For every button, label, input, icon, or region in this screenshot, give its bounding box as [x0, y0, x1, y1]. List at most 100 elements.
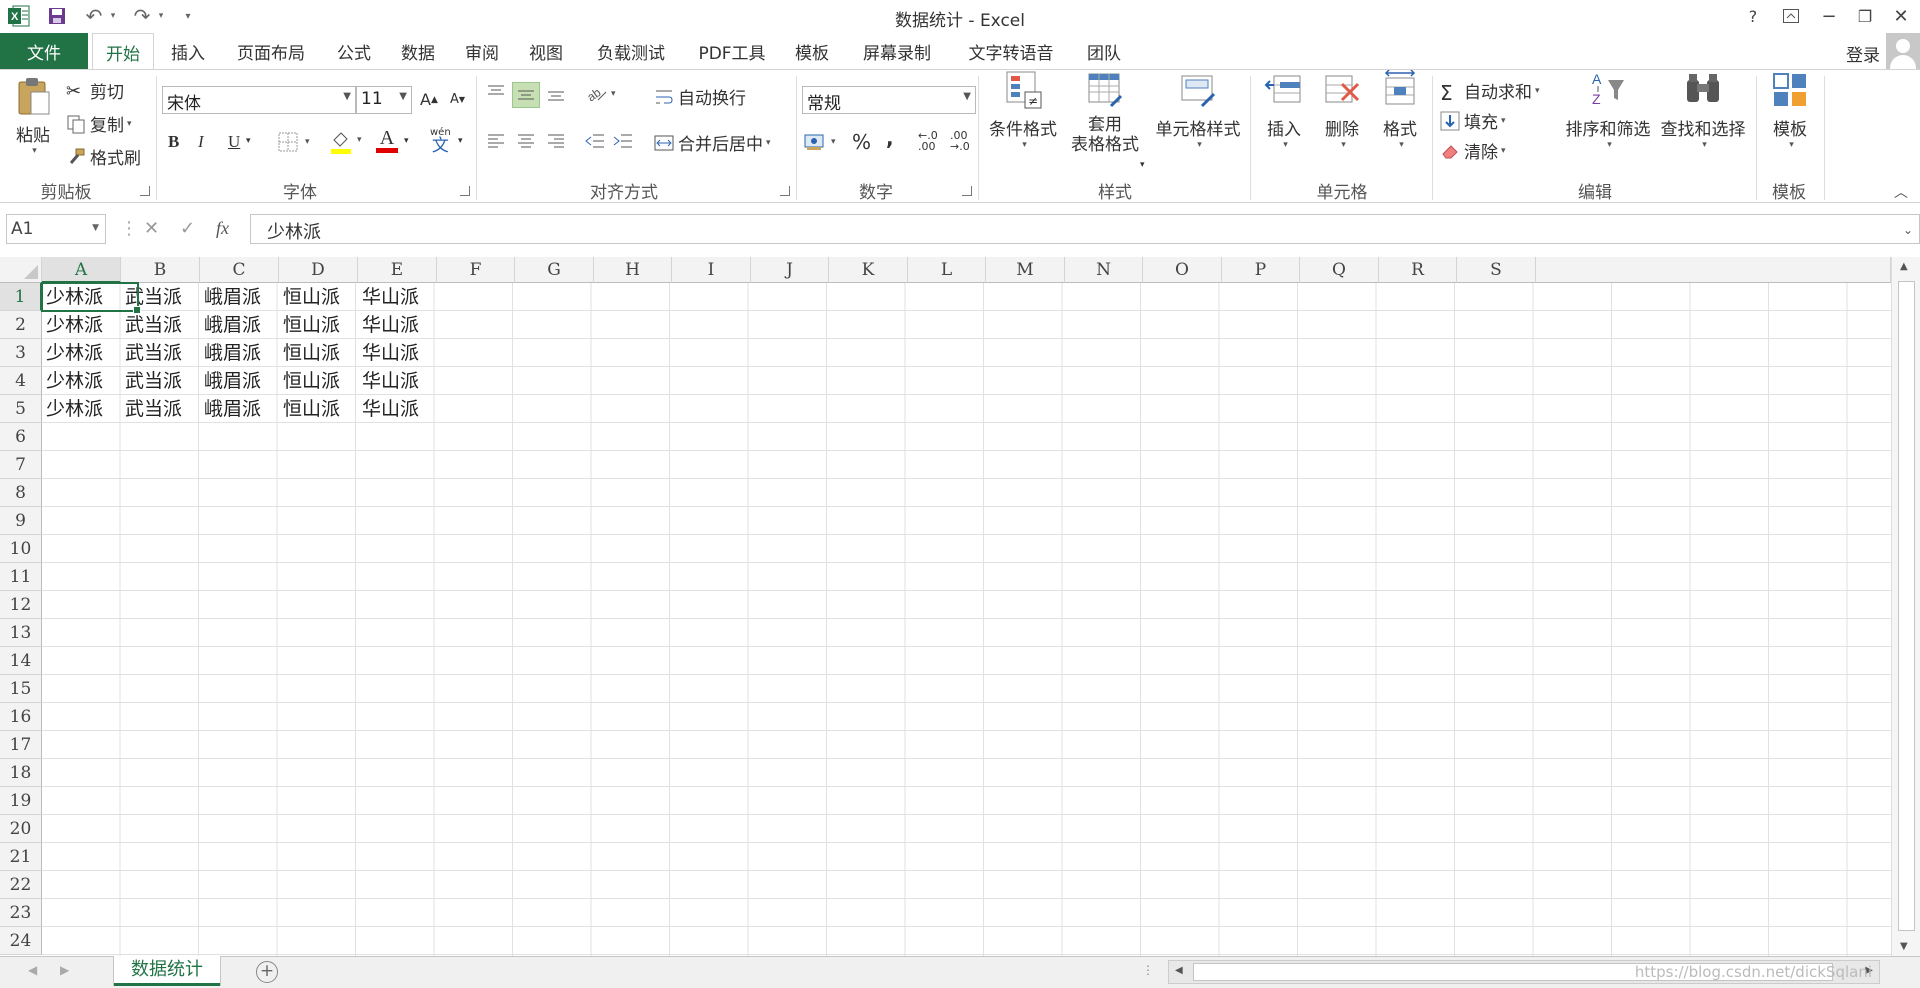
row-header[interactable]: 7	[0, 451, 42, 479]
merge-center-button[interactable]: 合并后居中 ▾	[654, 130, 771, 155]
align-middle-button[interactable]	[512, 82, 540, 108]
name-box[interactable]: A1 ▼	[6, 214, 106, 244]
decrease-decimal-button[interactable]: .00 →.0	[950, 130, 970, 152]
formula-input[interactable]: 少林派 ⌄	[250, 214, 1920, 244]
tab-data[interactable]: 数据	[392, 33, 444, 69]
column-header[interactable]: P	[1222, 257, 1300, 283]
row-header[interactable]: 17	[0, 731, 42, 759]
collapse-ribbon-icon[interactable]: ︿	[1894, 182, 1908, 202]
close-button[interactable]: ✕	[1886, 4, 1916, 28]
cancel-entry-icon[interactable]: ✕	[144, 218, 159, 239]
avatar[interactable]	[1886, 33, 1920, 71]
cell-D1[interactable]: 恒山派	[279, 283, 358, 311]
column-header[interactable]: K	[829, 257, 908, 283]
column-header[interactable]: L	[908, 257, 986, 283]
align-bottom-button[interactable]	[546, 84, 566, 102]
previous-sheet-icon[interactable]: ◀	[28, 963, 37, 977]
row-header[interactable]: 23	[0, 899, 42, 927]
bold-button[interactable]: B	[168, 132, 179, 152]
cell-B2[interactable]: 武当派	[121, 311, 200, 339]
row-header[interactable]: 22	[0, 871, 42, 899]
column-header[interactable]: S	[1457, 257, 1536, 283]
cut-button[interactable]: ✂ 剪切	[66, 78, 124, 104]
decrease-indent-button[interactable]	[584, 132, 606, 150]
cell-E1[interactable]: 华山派	[358, 283, 437, 311]
row-header[interactable]: 13	[0, 619, 42, 647]
row-header[interactable]: 6	[0, 423, 42, 451]
row-header[interactable]: 21	[0, 843, 42, 871]
italic-button[interactable]: I	[198, 132, 204, 152]
cell-D3[interactable]: 恒山派	[279, 339, 358, 367]
minimize-button[interactable]: −	[1814, 4, 1844, 28]
cell-D5[interactable]: 恒山派	[279, 395, 358, 423]
cell-B5[interactable]: 武当派	[121, 395, 200, 423]
templates-button[interactable]: 模板 ▾	[1762, 70, 1818, 150]
tab-review[interactable]: 审阅	[456, 33, 508, 69]
column-header[interactable]: F	[437, 257, 515, 283]
number-format-select[interactable]: 常规 ▼	[802, 86, 976, 114]
fill-button[interactable]: 填充 ▾	[1440, 108, 1506, 133]
find-select-button[interactable]: 查找和选择 ▾	[1656, 70, 1750, 150]
column-header[interactable]: B	[121, 257, 200, 283]
clipboard-launcher-icon[interactable]	[140, 186, 150, 196]
align-right-button[interactable]	[546, 132, 566, 150]
row-header[interactable]: 8	[0, 479, 42, 507]
cell-A2[interactable]: 少林派	[42, 311, 121, 339]
align-left-button[interactable]	[486, 132, 506, 150]
row-header[interactable]: 18	[0, 759, 42, 787]
row-header[interactable]: 12	[0, 591, 42, 619]
row-header[interactable]: 10	[0, 535, 42, 563]
row-header[interactable]: 19	[0, 787, 42, 815]
column-header[interactable]: G	[515, 257, 594, 283]
cell-area[interactable]: 少林派 武当派 峨眉派 恒山派 华山派 少林派 武当派 峨眉派 恒山派 华山派 少林派 武当派 峨眉派恒…	[42, 283, 1891, 956]
increase-indent-button[interactable]	[612, 132, 634, 150]
cell-E2[interactable]: 华山派	[358, 311, 437, 339]
expand-formula-bar-icon[interactable]: ⌄	[1903, 223, 1913, 237]
column-header[interactable]: I	[672, 257, 751, 283]
row-header[interactable]: 11	[0, 563, 42, 591]
phonetic-dropdown-icon[interactable]: ▾	[458, 136, 463, 146]
orientation-button[interactable]: ab ▾	[586, 84, 616, 104]
percent-button[interactable]: %	[852, 130, 871, 154]
row-header[interactable]: 15	[0, 675, 42, 703]
tab-text-to-speech[interactable]: 文字转语音	[956, 33, 1066, 69]
comma-button[interactable]: ,	[886, 126, 894, 150]
cell-C2[interactable]: 峨眉派	[200, 311, 279, 339]
paste-button[interactable]: 粘贴 ▾	[8, 76, 58, 156]
next-sheet-icon[interactable]: ▶	[60, 963, 69, 977]
tab-templates[interactable]: 模板	[786, 33, 838, 69]
column-header[interactable]: O	[1143, 257, 1222, 283]
scroll-down-icon[interactable]: ▼	[1900, 941, 1908, 952]
alignment-launcher-icon[interactable]	[780, 186, 790, 196]
wrap-text-button[interactable]: 自动换行	[654, 84, 746, 109]
restore-button[interactable]: ❐	[1850, 4, 1880, 28]
tab-view[interactable]: 视图	[520, 33, 572, 69]
tab-page-layout[interactable]: 页面布局	[226, 33, 316, 69]
column-header[interactable]: Q	[1300, 257, 1379, 283]
sheet-tab[interactable]: 数据统计	[114, 956, 220, 986]
increase-decimal-button[interactable]: ←.0 .00	[918, 130, 938, 152]
copy-button[interactable]: 复制 ▾	[66, 111, 132, 136]
column-header[interactable]: N	[1065, 257, 1143, 283]
sort-filter-button[interactable]: AZ 排序和筛选 ▾	[1562, 70, 1654, 150]
row-header[interactable]: 2	[0, 311, 42, 339]
cell-B4[interactable]: 武当派	[121, 367, 200, 395]
row-header[interactable]: 1	[0, 283, 42, 311]
autosum-button[interactable]: Σ 自动求和 ▾	[1440, 78, 1540, 105]
cell-A3[interactable]: 少林派	[42, 339, 121, 367]
cell-styles-button[interactable]: 单元格样式 ▾	[1150, 70, 1246, 150]
tab-screen-recording[interactable]: 屏幕录制	[850, 33, 944, 69]
cell-E3[interactable]: 华山派	[358, 339, 437, 367]
cell-C4[interactable]: 峨眉派	[200, 367, 279, 395]
cell-C5[interactable]: 峨眉派	[200, 395, 279, 423]
vertical-scrollbar[interactable]: ▲ ▼	[1891, 257, 1920, 956]
column-header[interactable]: D	[279, 257, 358, 283]
underline-button[interactable]: U	[228, 132, 240, 152]
format-painter-button[interactable]: 格式刷	[66, 144, 141, 169]
column-header[interactable]: H	[594, 257, 672, 283]
cell-E5[interactable]: 华山派	[358, 395, 437, 423]
row-header[interactable]: 24	[0, 927, 42, 955]
borders-button[interactable]: ▾	[278, 132, 310, 152]
cell-D2[interactable]: 恒山派	[279, 311, 358, 339]
tab-load-test[interactable]: 负载测试	[584, 33, 678, 69]
